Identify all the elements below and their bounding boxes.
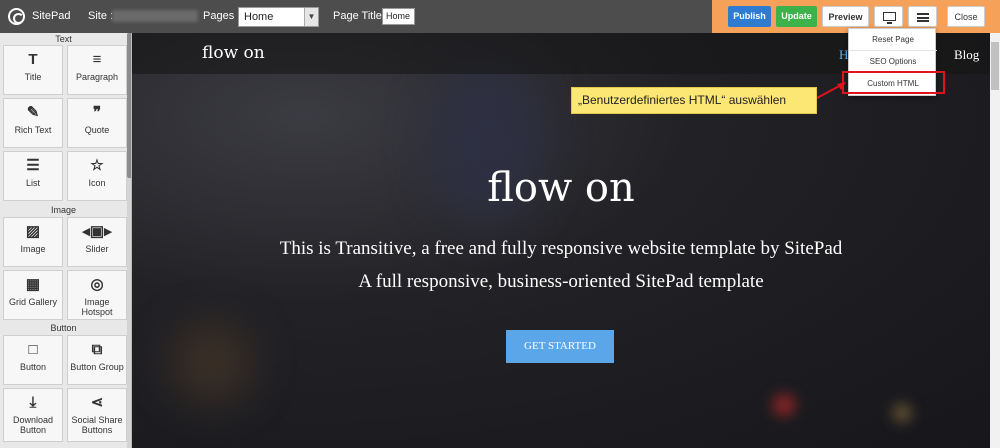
quote-icon: ❞ <box>92 104 102 121</box>
widget-label: Rich Text <box>14 125 52 135</box>
widget-label: Button <box>19 362 47 372</box>
widget-image[interactable]: ▨ Image <box>3 217 63 267</box>
get-started-button[interactable]: GET STARTED <box>506 330 614 363</box>
button-group-icon: ⧉ <box>91 341 103 358</box>
grid-icon: ▦ <box>25 276 41 293</box>
download-icon: ⤓ <box>29 394 37 411</box>
slider-icon: ◂▣▸ <box>82 223 112 240</box>
page-title-input[interactable]: Home <box>382 8 415 25</box>
image-icon: ▨ <box>25 223 41 240</box>
site-logo-text[interactable]: flow on <box>202 43 265 63</box>
widget-label: Image <box>20 244 46 254</box>
background-light <box>772 393 796 417</box>
nav-link-blog[interactable]: Blog <box>954 47 979 63</box>
chevron-down-icon: ▼ <box>304 8 318 26</box>
pages-select[interactable]: Home ▼ <box>238 7 319 27</box>
hotspot-icon: ◎ <box>90 276 104 293</box>
hero-subtitle: This is Transitive, a free and fully res… <box>279 238 843 259</box>
sitepad-logo-icon <box>8 8 25 25</box>
widget-label: Title <box>24 72 42 82</box>
widget-label: Paragraph <box>75 72 119 82</box>
widget-label: Quote <box>84 125 110 135</box>
list-icon: ☰ <box>26 157 40 174</box>
background-blur <box>172 323 252 403</box>
widget-image-hotspot[interactable]: ◎ Image Hotspot <box>67 270 127 320</box>
instruction-callout: „Benutzerdefiniertes HTML“ auswählen <box>571 87 817 114</box>
preview-scrollbar[interactable] <box>990 33 1000 448</box>
nav-link-home[interactable]: H <box>839 47 848 63</box>
share-icon: ⋖ <box>90 394 104 411</box>
widget-label: List <box>25 178 40 188</box>
button-icon: □ <box>28 341 38 358</box>
highlight-box <box>842 71 945 94</box>
widget-download-button[interactable]: ⤓ Download Button <box>3 388 63 442</box>
callout-arrow-icon <box>817 82 846 99</box>
hero-title: flow on <box>487 165 635 211</box>
widget-list[interactable]: ☰ List <box>3 151 63 201</box>
widget-label: Slider <box>85 244 109 254</box>
site-label: Site : <box>88 10 114 22</box>
section-header-image: Image <box>50 205 76 215</box>
widget-grid-gallery[interactable]: ▦ Grid Gallery <box>3 270 63 320</box>
widget-rich-text[interactable]: ✎ Rich Text <box>3 98 63 148</box>
menu-item-reset-page[interactable]: Reset Page <box>849 29 937 51</box>
device-view-button[interactable] <box>874 6 903 27</box>
site-name-redacted <box>112 10 198 22</box>
rich-text-icon: ✎ <box>26 104 40 121</box>
widget-paragraph[interactable]: ≡ Paragraph <box>67 45 127 95</box>
menu-button[interactable] <box>908 6 937 27</box>
hamburger-icon <box>917 13 929 22</box>
widget-button[interactable]: □ Button <box>3 335 63 385</box>
pages-label: Pages : <box>203 10 241 22</box>
star-icon: ☆ <box>90 157 104 174</box>
widget-label: Social Share Buttons <box>71 415 123 435</box>
section-header-button: Button <box>50 323 77 333</box>
widget-title[interactable]: T Title <box>3 45 63 95</box>
preview-button[interactable]: Preview <box>822 6 869 27</box>
background-light <box>892 403 912 423</box>
widget-label: Download Button <box>12 415 54 435</box>
brand-name: SitePad <box>32 10 71 22</box>
publish-button[interactable]: Publish <box>728 6 771 27</box>
update-button[interactable]: Update <box>776 6 817 27</box>
monitor-icon <box>883 12 896 24</box>
widget-quote[interactable]: ❞ Quote <box>67 98 127 148</box>
page-title-label: Page Title: <box>333 10 385 22</box>
hero-tagline: A full responsive, business-oriented Sit… <box>358 271 764 292</box>
widget-label: Button Group <box>70 362 124 372</box>
title-icon: T <box>28 51 38 68</box>
widget-icon[interactable]: ☆ Icon <box>67 151 127 201</box>
widget-label: Icon <box>88 178 106 188</box>
preview-scrollbar-thumb[interactable] <box>991 42 999 90</box>
widget-label: Image Hotspot <box>81 297 113 317</box>
widget-sidebar: Text T Title ≡ Paragraph ✎ Rich Text ❞ Q… <box>0 33 132 448</box>
paragraph-icon: ≡ <box>92 51 102 68</box>
close-button[interactable]: Close <box>947 6 985 27</box>
menu-item-seo-options[interactable]: SEO Options <box>849 51 937 73</box>
pages-select-value: Home <box>244 11 274 23</box>
widget-button-group[interactable]: ⧉ Button Group <box>67 335 127 385</box>
widget-slider[interactable]: ◂▣▸ Slider <box>67 217 127 267</box>
widget-social-share-buttons[interactable]: ⋖ Social Share Buttons <box>67 388 127 442</box>
widget-label: Grid Gallery <box>8 297 57 307</box>
